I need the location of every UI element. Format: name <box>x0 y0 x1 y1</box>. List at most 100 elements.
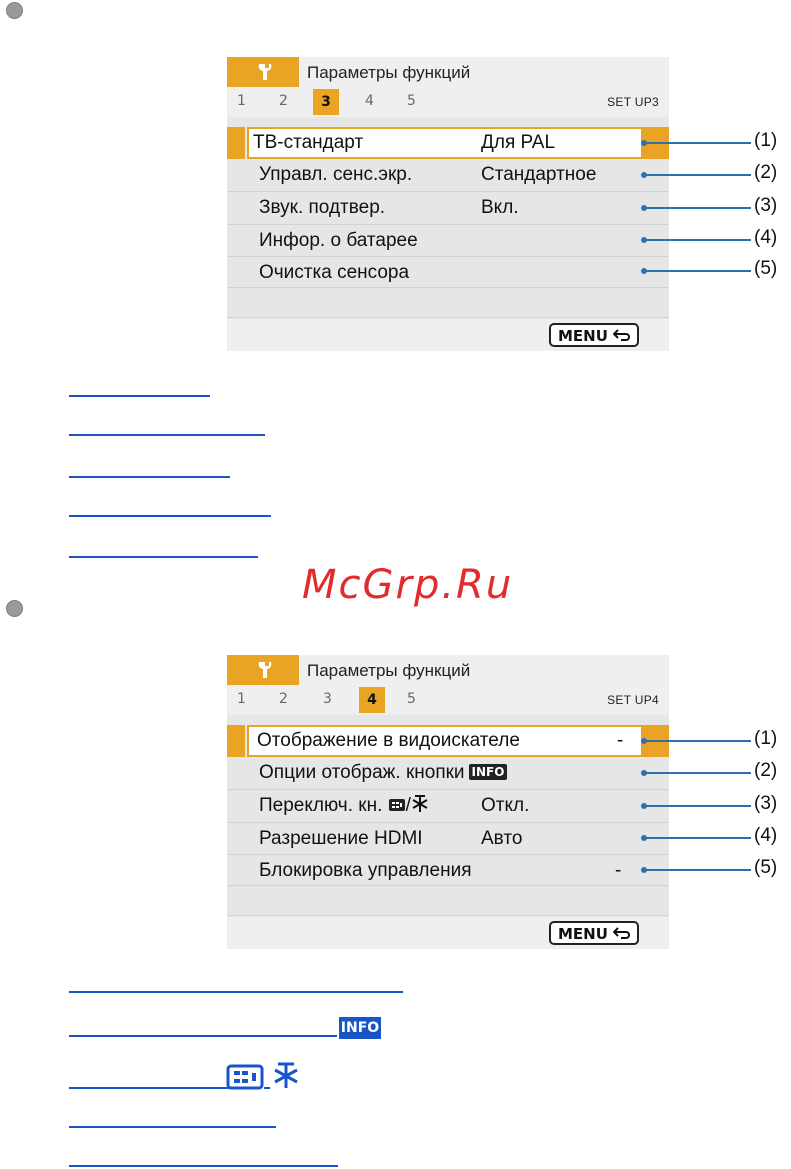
menu-item-hdmi-resolution[interactable]: Разрешение HDMI Авто <box>227 823 669 855</box>
back-arrow-icon <box>613 927 630 939</box>
menu-item-value: Вкл. <box>481 197 519 218</box>
tab-page-3[interactable]: 3 <box>313 89 339 115</box>
menu-button[interactable]: MENU <box>549 921 639 945</box>
link-info-button-options[interactable] <box>69 1035 337 1037</box>
callout-dot <box>641 867 647 873</box>
callout-line <box>643 270 751 272</box>
callout-number: (5) <box>754 857 778 878</box>
link-control-lock[interactable] <box>69 1165 338 1167</box>
tab-page-2[interactable]: 2 <box>279 691 288 707</box>
link-separator <box>264 1087 270 1089</box>
callout-number: (1) <box>754 130 778 151</box>
menu-item-value: - <box>617 730 624 751</box>
menu-item-tv-standard[interactable]: ТВ-стандарт Для PAL <box>247 127 643 159</box>
menu-item-label: Звук. подтвер. <box>259 197 386 218</box>
screen-header: Параметры функций <box>227 57 669 87</box>
tab-page-2[interactable]: 2 <box>279 93 288 109</box>
link-hdmi-resolution[interactable] <box>69 1126 276 1128</box>
menu-item-label-wrap: Опции отображ. кнопки INFO <box>259 762 508 784</box>
setup-label: SET UP4 <box>607 693 659 707</box>
divider <box>227 915 669 916</box>
callout-line <box>643 837 751 839</box>
link-touch-control[interactable] <box>69 434 265 436</box>
camera-screen-setup4: Параметры функций 1 2 3 4 5 SET UP4 Отоб… <box>227 655 669 949</box>
tab-page-5[interactable]: 5 <box>407 93 416 109</box>
link-sensor-cleaning[interactable] <box>69 556 258 558</box>
setup-tab[interactable] <box>227 57 299 87</box>
watermark: McGrp.Ru <box>302 562 514 608</box>
callout-number: (2) <box>754 162 778 183</box>
callout-line <box>643 740 751 742</box>
menu-button-label: MENU <box>558 327 608 345</box>
tab-page-1[interactable]: 1 <box>237 93 246 109</box>
callout-line <box>643 207 751 209</box>
callout-line <box>643 142 751 144</box>
callout-number: (4) <box>754 825 778 846</box>
callout-number: (1) <box>754 728 778 749</box>
bullet-point <box>6 2 23 19</box>
callout-dot <box>641 770 647 776</box>
callout-dot <box>641 738 647 744</box>
camera-screen-setup3: Параметры функций 1 2 3 4 5 SET UP3 ТВ-с… <box>227 57 669 351</box>
callout-line <box>643 239 751 241</box>
menu-item-value: - <box>615 860 622 881</box>
menu-item-label: Инфор. о батарее <box>259 230 418 251</box>
callout-dot <box>641 803 647 809</box>
menu-item-sensor-cleaning[interactable]: Очистка сенсора <box>227 257 669 289</box>
menu-item-viewfinder-display[interactable]: Отображение в видоискателе - <box>247 725 643 757</box>
link-viewfinder-display[interactable] <box>69 991 403 993</box>
link-button-switch[interactable] <box>69 1087 229 1089</box>
menu-item-button-switch[interactable]: Переключ. кн. / Откл. <box>227 790 669 822</box>
callout-line <box>643 805 751 807</box>
menu-item-value: Авто <box>481 828 523 849</box>
info-button-icon[interactable]: INFO <box>339 1017 381 1039</box>
screen-footer: MENU <box>227 917 669 949</box>
page-tabs: 1 2 3 4 5 SET UP4 <box>227 685 669 715</box>
page-tabs: 1 2 3 4 5 SET UP3 <box>227 87 669 117</box>
tab-page-4[interactable]: 4 <box>365 93 374 109</box>
back-arrow-icon <box>613 329 630 341</box>
divider <box>227 287 669 288</box>
menu-item-control-lock[interactable]: Блокировка управления - <box>227 855 669 887</box>
menu-item-label: Отображение в видоискателе <box>257 730 520 751</box>
bullet-point <box>6 600 23 617</box>
setup-label: SET UP3 <box>607 95 659 109</box>
callout-dot <box>641 172 647 178</box>
menu-item-beep[interactable]: Звук. подтвер. Вкл. <box>227 192 669 224</box>
menu-button-label: MENU <box>558 925 608 943</box>
callout-dot <box>641 140 647 146</box>
af-point-icon[interactable] <box>226 1064 264 1090</box>
callout-number: (3) <box>754 793 778 814</box>
ae-lock-icon <box>412 795 428 812</box>
af-point-icon <box>388 799 405 811</box>
menu-item-label: Очистка сенсора <box>259 262 410 283</box>
wrench-icon <box>258 662 272 678</box>
menu-item-label: Управл. сенс.экр. <box>259 164 413 185</box>
tab-page-5[interactable]: 5 <box>407 691 416 707</box>
setup-tab[interactable] <box>227 655 299 685</box>
callout-dot <box>641 237 647 243</box>
screen-footer: MENU <box>227 319 669 351</box>
menu-item-value: Откл. <box>481 795 530 816</box>
menu-item-battery-info[interactable]: Инфор. о батарее <box>227 225 669 257</box>
callout-dot <box>641 268 647 274</box>
tab-page-1[interactable]: 1 <box>237 691 246 707</box>
menu-button[interactable]: MENU <box>549 323 639 347</box>
selection-marker <box>227 127 245 159</box>
callout-number: (2) <box>754 760 778 781</box>
tab-page-4[interactable]: 4 <box>359 687 385 713</box>
link-battery-info[interactable] <box>69 515 271 517</box>
menu-item-info-button-options[interactable]: Опции отображ. кнопки INFO <box>227 757 669 789</box>
callout-line <box>643 772 751 774</box>
menu-item-value: Стандартное <box>481 164 597 185</box>
callout-line <box>643 174 751 176</box>
callout-line <box>643 869 751 871</box>
callout-number: (5) <box>754 258 778 279</box>
menu-item-touch-control[interactable]: Управл. сенс.экр. Стандартное <box>227 159 669 191</box>
link-tv-standard[interactable] <box>69 395 210 397</box>
link-beep[interactable] <box>69 476 230 478</box>
menu-item-label: Разрешение HDMI <box>259 828 423 849</box>
info-button-icon: INFO <box>468 764 508 780</box>
tab-page-3[interactable]: 3 <box>323 691 332 707</box>
ae-lock-icon[interactable] <box>272 1062 300 1090</box>
